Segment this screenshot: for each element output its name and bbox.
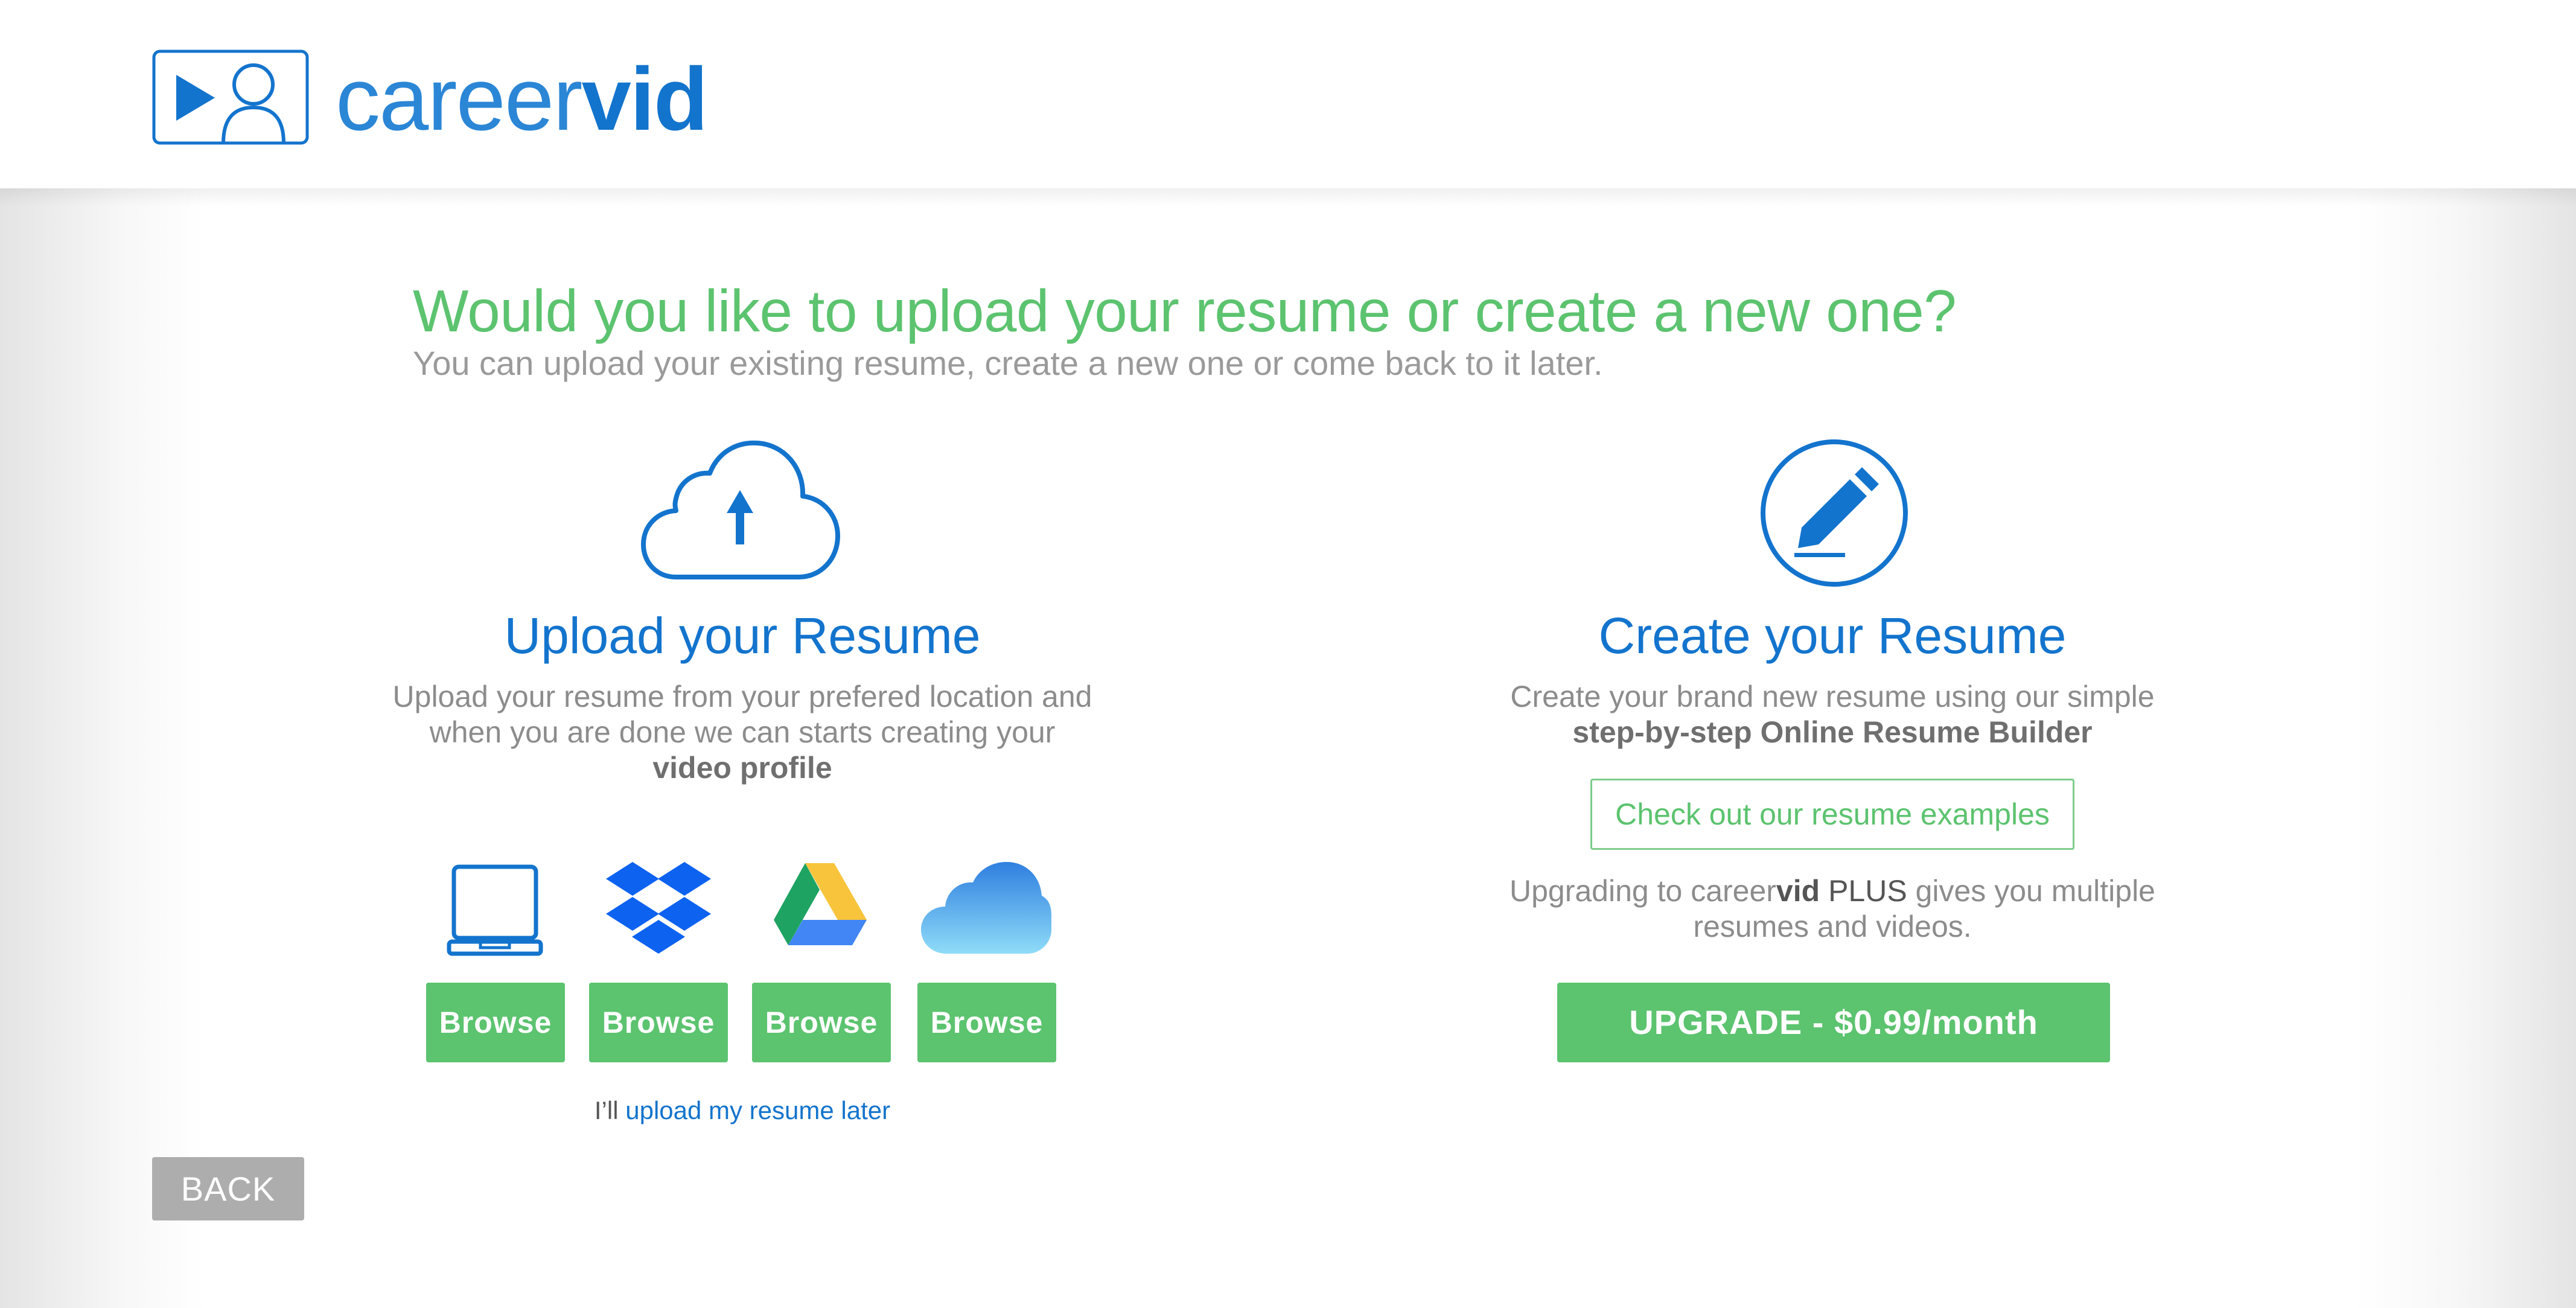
back-button[interactable]: BACK: [152, 1157, 304, 1220]
logo[interactable]: careervid: [336, 48, 709, 151]
upload-later-line: I’ll upload my resume later: [531, 1093, 954, 1129]
resume-examples-button[interactable]: Check out our resume examples: [1590, 779, 2074, 850]
create-description: Create your brand new resume using our s…: [1440, 679, 2225, 750]
upload-resume-title: Upload your Resume: [504, 607, 981, 664]
dropbox-icon[interactable]: [604, 857, 713, 960]
logo-light: career: [336, 49, 583, 149]
upgrade-plus: PLUS: [1820, 874, 1907, 908]
create-resume-title: Create your Resume: [1598, 607, 2067, 664]
upload-description-bold: video profile: [652, 751, 832, 785]
upload-later-prefix: I’ll: [594, 1096, 626, 1125]
video-profile-icon: [152, 49, 309, 145]
upgrade-description: Upgrading to careervid PLUS gives you mu…: [1470, 873, 2195, 945]
browse-dropbox-button[interactable]: Browse: [589, 983, 728, 1062]
page-subtitle: You can upload your existing resume, cre…: [413, 344, 1603, 382]
upload-description-text: Upload your resume from your prefered lo…: [392, 680, 1092, 749]
browse-icloud-button[interactable]: Browse: [917, 983, 1056, 1062]
upgrade-prefix: Upgrading to: [1509, 874, 1691, 908]
page: careervid Would you like to upload your …: [0, 0, 2576, 1308]
upload-later-link[interactable]: upload my resume later: [625, 1096, 890, 1125]
upload-description: Upload your resume from your prefered lo…: [386, 679, 1098, 786]
cloud-upload-icon: [641, 440, 840, 579]
browse-google-drive-button[interactable]: Browse: [752, 983, 891, 1062]
header: careervid: [0, 0, 2576, 188]
google-drive-icon[interactable]: [771, 857, 869, 960]
create-description-bold: step-by-step Online Resume Builder: [1572, 715, 2093, 749]
upgrade-brand-light: career: [1691, 874, 1776, 908]
pencil-circle-icon: [1761, 439, 1908, 587]
laptop-icon[interactable]: [447, 857, 543, 960]
browse-computer-button[interactable]: Browse: [426, 983, 565, 1062]
create-description-text: Create your brand new resume using our s…: [1510, 680, 2155, 713]
page-title: Would you like to upload your resume or …: [413, 278, 1957, 344]
logo-bold: vid: [581, 49, 709, 149]
upgrade-brand-bold: vid: [1776, 874, 1820, 908]
icloud-icon[interactable]: [920, 857, 1053, 960]
upgrade-button[interactable]: UPGRADE - $0.99/month: [1557, 983, 2110, 1062]
